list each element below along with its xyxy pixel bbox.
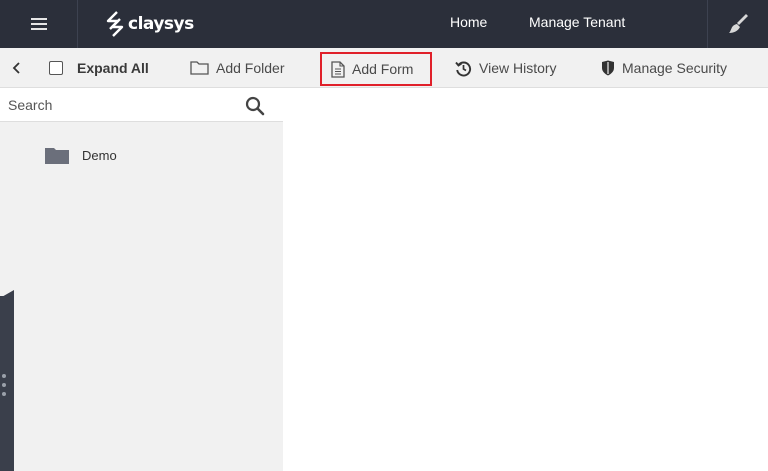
chevron-left-icon [12, 62, 20, 74]
view-history-label: View History [479, 60, 557, 76]
add-folder-button[interactable]: Add Folder [190, 48, 284, 88]
folder-outline-icon [190, 61, 209, 75]
search-input[interactable] [8, 92, 228, 118]
shield-icon [602, 60, 614, 76]
history-icon [455, 61, 472, 76]
main-content-area [283, 88, 768, 471]
claysys-logo[interactable]: claysys [104, 11, 194, 37]
paintbrush-icon [729, 14, 748, 33]
add-folder-label: Add Folder [216, 60, 285, 76]
nav-manage-tenant-link[interactable]: Manage Tenant [529, 0, 625, 48]
manage-security-button[interactable]: Manage Security [601, 48, 727, 88]
top-navigation-bar: claysys Home Manage Tenant [0, 0, 768, 48]
hamburger-icon [30, 18, 47, 30]
view-history-button[interactable]: View History [455, 48, 557, 88]
manage-security-label: Manage Security [622, 60, 728, 76]
add-form-label: Add Form [352, 61, 414, 77]
toolbar: Expand All Add Folder Add Form View Hist… [0, 48, 768, 88]
expand-all-label: Expand All [77, 60, 149, 76]
panel-resize-handle[interactable] [0, 296, 14, 471]
folder-icon [45, 147, 69, 164]
document-icon [331, 60, 345, 78]
theme-button[interactable] [707, 0, 768, 48]
folder-tree-panel: Demo [0, 88, 283, 471]
back-button[interactable] [12, 48, 29, 88]
tree-item-demo[interactable]: Demo [45, 146, 117, 164]
tree-item-label: Demo [82, 147, 117, 163]
expand-all-toggle[interactable]: Expand All [49, 48, 149, 88]
expand-all-checkbox[interactable] [49, 61, 63, 75]
search-icon[interactable] [245, 96, 265, 116]
logo-mark-icon [106, 11, 124, 37]
add-form-button[interactable]: Add Form [320, 52, 432, 86]
logo-text: claysys [128, 14, 194, 34]
search-box [0, 88, 283, 122]
grip-dots-icon [2, 374, 6, 396]
nav-home-link[interactable]: Home [450, 0, 487, 48]
hamburger-menu-button[interactable] [0, 0, 78, 48]
